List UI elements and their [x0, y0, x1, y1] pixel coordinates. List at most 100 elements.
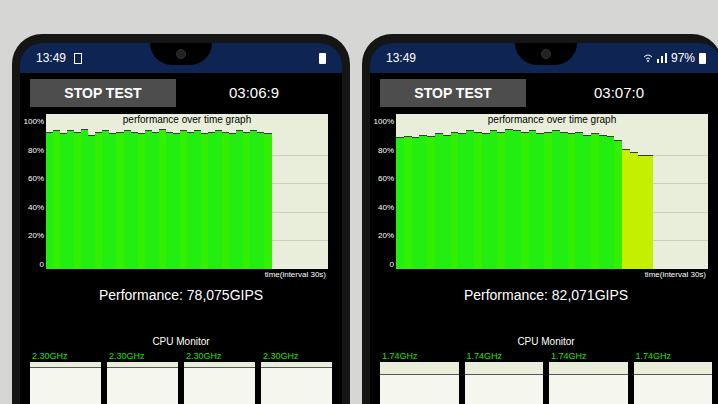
status-left: 13:49 [36, 49, 82, 67]
graph-bar [159, 129, 166, 269]
graph-title: performance over time graph [46, 114, 328, 126]
graph-bar [152, 132, 159, 269]
phone-screen: 13:49STOP TEST03:06:9100%80%60%40%20%0pe… [20, 43, 342, 404]
graph-bar [53, 130, 60, 269]
graph-column [279, 126, 286, 269]
graph-column [622, 126, 630, 269]
sim-icon [74, 53, 82, 64]
cpu-monitor-title: CPU Monitor [370, 334, 718, 349]
graph-bar [630, 152, 638, 269]
graph-column [544, 126, 552, 269]
graph-bar [482, 133, 490, 269]
phone: 13:4997%STOP TEST03:07:0100%80%60%40%20%… [362, 34, 718, 404]
graph-column [314, 126, 321, 269]
graph-bar [451, 132, 459, 269]
notch [515, 43, 577, 65]
graph-column [250, 126, 257, 269]
core-frequency: 2.30GHz [30, 351, 101, 362]
graph-column [46, 126, 53, 269]
core-load [465, 374, 544, 404]
graph-bar [552, 130, 560, 269]
performance-graph: 100%80%60%40%20%0performance over time g… [374, 114, 708, 269]
performance-value: Performance: 78,075GIPS [20, 285, 342, 306]
graph-bar [607, 136, 615, 269]
graph-column [661, 126, 669, 269]
graph-column [560, 126, 568, 269]
graph-box: performance over time graph [396, 114, 708, 269]
graph-bar [490, 130, 498, 269]
graph-column [293, 126, 300, 269]
graph-bar [81, 129, 88, 269]
graph-column [88, 126, 95, 269]
core-graph [184, 362, 255, 404]
graph-bar [95, 132, 102, 269]
graph-column [646, 126, 654, 269]
cpu-core: 2.30GHz [261, 351, 332, 404]
graph-column [102, 126, 109, 269]
graph-column [614, 126, 622, 269]
stop-test-button[interactable]: STOP TEST [30, 79, 176, 107]
graph-column [536, 126, 544, 269]
timer: 03:07:0 [536, 82, 702, 105]
graph-bar [497, 132, 505, 269]
stop-test-button[interactable]: STOP TEST [380, 79, 526, 107]
graph-bar [173, 133, 180, 269]
core-frequency: 2.30GHz [107, 351, 178, 362]
status-right: 97% [643, 49, 706, 67]
graph-bar [74, 132, 81, 269]
graph-column [180, 126, 187, 269]
y-tick: 20% [28, 232, 44, 240]
signal-icon [657, 53, 667, 63]
graph-column [412, 126, 420, 269]
graph-column [505, 126, 513, 269]
graph-column [552, 126, 560, 269]
cpu-core: 1.74GHz [549, 351, 628, 404]
graph-bar [250, 130, 257, 269]
graph-bar [560, 132, 568, 269]
graph-column [583, 126, 591, 269]
graph-column [482, 126, 490, 269]
graph-column [677, 126, 685, 269]
camera-icon [176, 49, 186, 59]
core-load [549, 374, 628, 404]
camera-icon [541, 49, 551, 59]
graph-column [201, 126, 208, 269]
graph-bar [536, 133, 544, 269]
core-graph [380, 362, 459, 404]
graph-column [286, 126, 293, 269]
graph-box: performance over time graph [46, 114, 328, 269]
y-tick: 0 [390, 261, 394, 269]
graph-column [684, 126, 692, 269]
control-row: STOP TEST 03:07:0 [370, 79, 718, 107]
graph-column [474, 126, 482, 269]
graph-bar [591, 133, 599, 269]
graph-bar [138, 133, 145, 269]
graph-bar [194, 130, 201, 269]
notch [150, 43, 212, 65]
graph-bar [513, 130, 521, 269]
status-time: 13:49 [36, 49, 66, 67]
graph-bar [412, 137, 420, 269]
graph-column [653, 126, 661, 269]
core-frequency: 1.74GHz [465, 351, 544, 362]
graph-bar [229, 133, 236, 269]
graph-column [208, 126, 215, 269]
graph-column [419, 126, 427, 269]
graph-bar [222, 132, 229, 269]
graph-column [568, 126, 576, 269]
core-load [261, 367, 332, 404]
graph-column [521, 126, 529, 269]
graph-bar [257, 132, 264, 269]
graph-bar [396, 137, 404, 269]
graph-bar [599, 135, 607, 269]
graph-bar [622, 149, 630, 269]
graph-column [81, 126, 88, 269]
graph-column [529, 126, 537, 269]
battery-icon [319, 52, 326, 64]
graph-bar [215, 130, 222, 269]
graph-bar [474, 132, 482, 269]
graph-bar [88, 135, 95, 269]
cpu-core: 2.30GHz [107, 351, 178, 404]
x-axis-label: time(interval 30s) [20, 269, 342, 280]
graph-plot [396, 126, 708, 269]
